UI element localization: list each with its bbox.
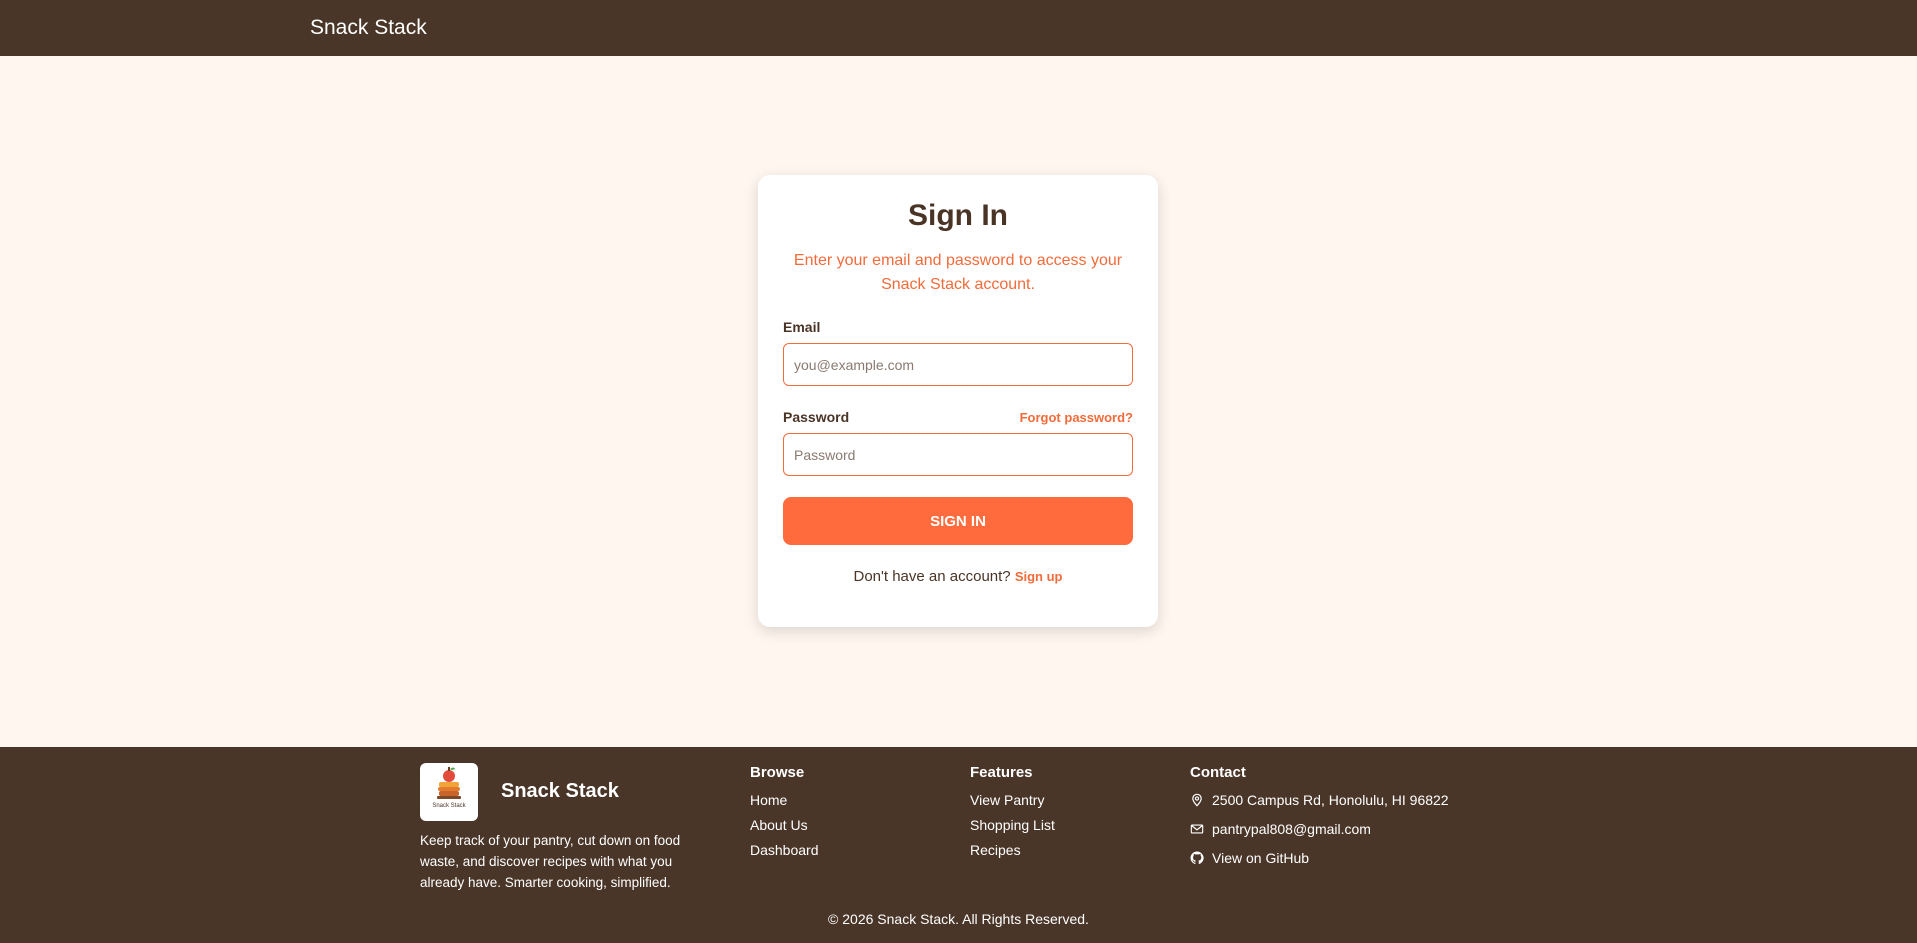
contact-email-text[interactable]: pantrypal808@gmail.com (1212, 821, 1371, 837)
footer-link-shopping-list[interactable]: Shopping List (970, 817, 1055, 833)
password-input[interactable] (783, 433, 1133, 476)
footer-link-recipes[interactable]: Recipes (970, 842, 1021, 858)
footer-link-dashboard[interactable]: Dashboard (750, 842, 819, 858)
features-title: Features (970, 764, 1033, 781)
site-footer: Snack Stack Snack Stack Keep track of yo… (0, 747, 1917, 943)
footer-brand: Snack Stack (501, 780, 619, 802)
signin-subtitle: Enter your email and password to access … (793, 252, 1123, 293)
browse-title: Browse (750, 764, 805, 781)
forgot-password-link[interactable]: Forgot password? (1020, 410, 1133, 425)
contact-address: 2500 Campus Rd, Honolulu, HI 96822 (1190, 792, 1449, 808)
footer-description: Keep track of your pantry, cut down on f… (420, 833, 681, 890)
footer-link-view-pantry[interactable]: View Pantry (970, 792, 1044, 808)
signup-link[interactable]: Sign up (1015, 569, 1063, 584)
contact-email[interactable]: pantrypal808@gmail.com (1190, 821, 1371, 837)
footer-link-about[interactable]: About Us (750, 817, 808, 833)
navbar-brand-link[interactable]: Snack Stack (310, 16, 427, 40)
map-pin-icon (1192, 793, 1202, 807)
no-account-text: Don't have an account? (853, 568, 1011, 585)
snack-stack-logo-icon (437, 767, 461, 799)
footer-link-home[interactable]: Home (750, 792, 787, 808)
signup-prompt: Don't have an account? Sign up (758, 568, 1158, 585)
signin-card: Sign In Enter your email and password to… (758, 175, 1158, 627)
footer-logo: Snack Stack (420, 763, 478, 821)
footer-copyright: © 2026 Snack Stack. All Rights Reserved. (828, 911, 1089, 927)
contact-github[interactable]: View on GitHub (1190, 850, 1309, 866)
contact-title: Contact (1190, 764, 1246, 781)
password-label: Password (783, 409, 850, 425)
signin-title: Sign In (908, 199, 1008, 232)
email-label: Email (783, 319, 821, 335)
signin-button[interactable]: SIGN IN (783, 497, 1133, 545)
mail-icon (1190, 824, 1204, 834)
top-navbar: Snack Stack (0, 0, 1917, 56)
contact-address-text: 2500 Campus Rd, Honolulu, HI 96822 (1212, 792, 1449, 808)
email-input[interactable] (783, 343, 1133, 386)
logo-caption: Snack Stack (432, 803, 466, 809)
github-icon (1190, 851, 1204, 865)
github-link-text[interactable]: View on GitHub (1212, 850, 1309, 866)
